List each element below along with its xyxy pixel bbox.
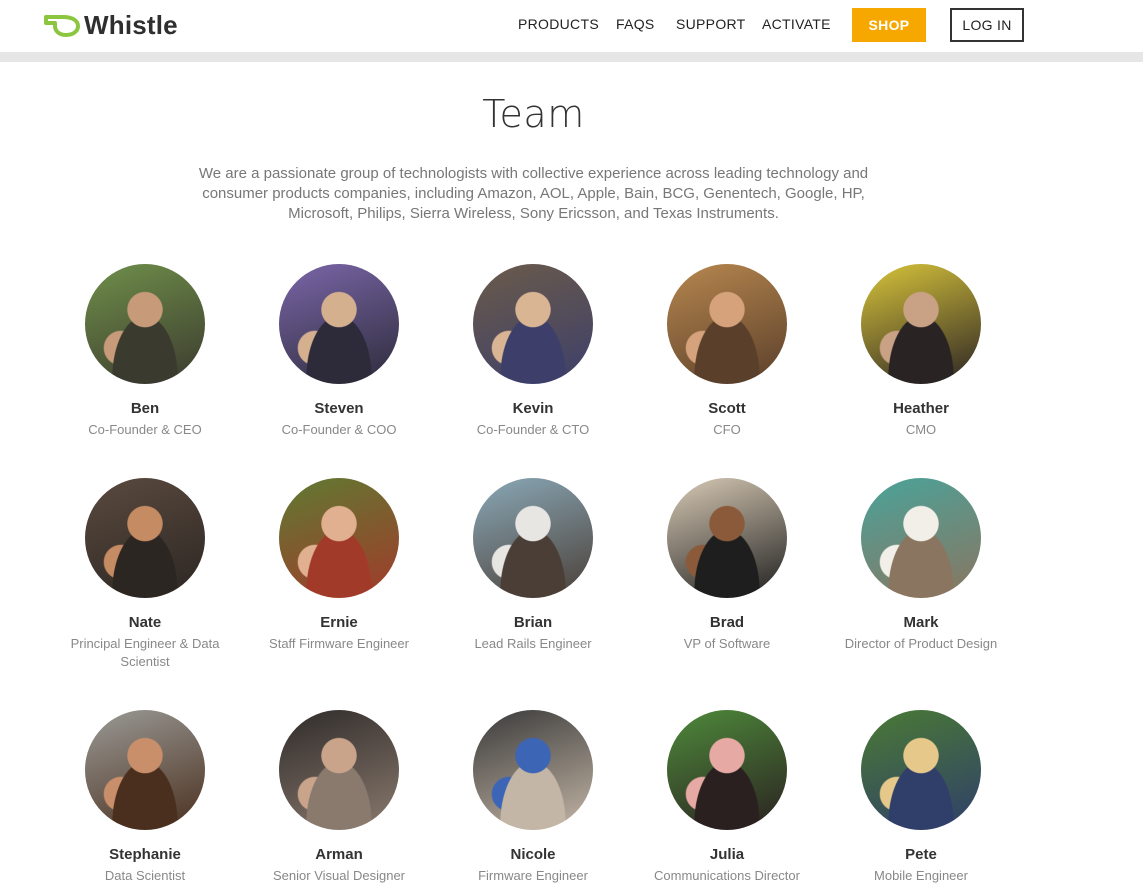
- login-button[interactable]: LOG IN: [950, 8, 1024, 42]
- team-member-photo: [85, 478, 205, 598]
- team-member-photo: [473, 264, 593, 384]
- team-member-card: Scott CFO: [630, 264, 824, 439]
- whistle-logo-icon: [44, 15, 80, 37]
- team-member-role: Lead Rails Engineer: [474, 636, 592, 651]
- team-member-card: Mark Director of Product Design: [824, 478, 1018, 653]
- logo-text: Whistle: [84, 9, 178, 40]
- shop-button[interactable]: SHOP: [852, 8, 926, 42]
- team-member-card: Arman Senior Visual Designer: [242, 710, 436, 885]
- team-member-name: Ben: [130, 400, 160, 417]
- nav-support[interactable]: SUPPORT: [676, 16, 746, 32]
- team-member-role: VP of Software: [683, 636, 771, 651]
- team-member-card: Kevin Co-Founder & CTO: [436, 264, 630, 439]
- team-member-role: Firmware Engineer: [478, 868, 588, 883]
- team-member-name: Kevin: [512, 400, 554, 417]
- team-member-role: Data Scientist: [104, 868, 186, 883]
- team-member-photo: [473, 710, 593, 830]
- team-member-name: Arman: [315, 846, 363, 863]
- team-member-role: Mobile Engineer: [874, 868, 968, 883]
- nav-faqs[interactable]: FAQS: [616, 16, 655, 32]
- team-member-role: Senior Visual Designer: [273, 868, 405, 883]
- team-member-card: Stephanie Data Scientist: [48, 710, 242, 885]
- team-member-photo: [667, 264, 787, 384]
- team-member-name: Scott: [708, 400, 746, 417]
- team-member-photo: [473, 478, 593, 598]
- team-member-card: Brad VP of Software: [630, 478, 824, 653]
- intro-text: We are a passionate group of technologis…: [198, 165, 869, 222]
- team-member-name: Mark: [903, 614, 939, 631]
- team-member-name: Pete: [905, 846, 937, 863]
- team-member-card: Julia Communications Director: [630, 710, 824, 885]
- team-member-card: Nate Principal Engineer & Data Scientist: [48, 478, 242, 671]
- team-member-card: Ernie Staff Firmware Engineer: [242, 478, 436, 653]
- team-member-role: Co-Founder & CTO: [476, 422, 590, 437]
- team-member-card: Steven Co-Founder & COO: [242, 264, 436, 439]
- team-member-card: Ben Co-Founder & CEO: [48, 264, 242, 439]
- team-member-name: Brian: [513, 614, 553, 631]
- team-member-photo: [861, 264, 981, 384]
- nav-products[interactable]: PRODUCTS: [518, 16, 599, 32]
- team-member-name: Steven: [314, 400, 364, 417]
- team-member-role: Staff Firmware Engineer: [269, 636, 409, 651]
- team-member-role: Co-Founder & CEO: [88, 422, 202, 437]
- team-member-role: Director of Product Design: [844, 636, 998, 651]
- team-member-name: Nate: [128, 614, 162, 631]
- team-member-name: Heather: [893, 400, 949, 417]
- team-member-photo: [85, 710, 205, 830]
- team-member-name: Ernie: [320, 614, 358, 631]
- team-member-card: Heather CMO: [824, 264, 1018, 439]
- team-member-name: Julia: [709, 846, 745, 863]
- team-member-role: Principal Engineer & Data Scientist: [70, 636, 220, 669]
- team-member-card: Pete Mobile Engineer: [824, 710, 1018, 885]
- whistle-logo[interactable]: Whistle: [43, 8, 178, 42]
- team-member-photo: [861, 710, 981, 830]
- team-member-photo: [85, 264, 205, 384]
- team-member-name: Stephanie: [109, 846, 181, 863]
- team-member-photo: [279, 264, 399, 384]
- team-member-card: Brian Lead Rails Engineer: [436, 478, 630, 653]
- team-member-role: CFO: [713, 422, 741, 437]
- page-title: Team: [482, 92, 585, 136]
- team-member-photo: [667, 710, 787, 830]
- site-header: Whistle PRODUCTS FAQS SUPPORT ACTIVATE S…: [0, 0, 1143, 52]
- team-member-name: Brad: [709, 614, 745, 631]
- team-member-role: Co-Founder & COO: [281, 422, 397, 437]
- team-member-name: Nicole: [510, 846, 556, 863]
- team-member-role: Communications Director: [654, 868, 800, 883]
- team-member-photo: [279, 710, 399, 830]
- nav-activate[interactable]: ACTIVATE: [762, 16, 831, 32]
- team-member-photo: [667, 478, 787, 598]
- team-member-photo: [861, 478, 981, 598]
- team-member-card: Nicole Firmware Engineer: [436, 710, 630, 885]
- team-member-role: CMO: [905, 422, 937, 437]
- team-member-photo: [279, 478, 399, 598]
- header-divider: [0, 52, 1143, 62]
